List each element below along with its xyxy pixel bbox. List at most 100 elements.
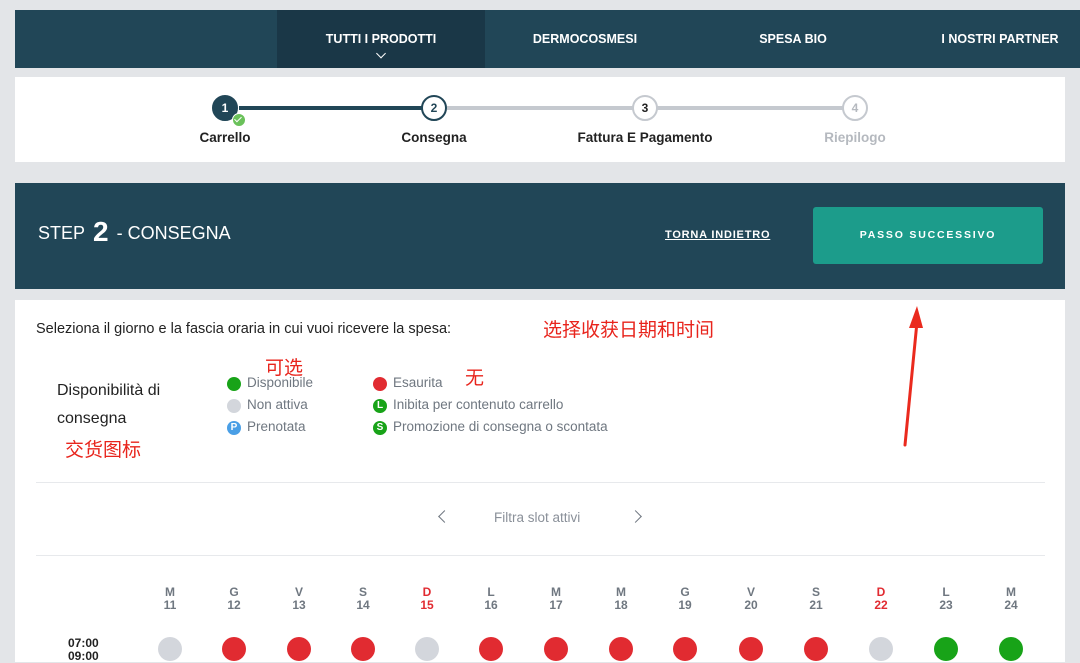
- available-dot-icon: [227, 377, 241, 391]
- legend-inibita: Inibita per contenuto carrello: [393, 397, 564, 412]
- chevron-down-icon: [376, 48, 386, 59]
- nav-item-spesa-bio[interactable]: SPESA BIO: [693, 10, 893, 68]
- day-number: 15: [420, 598, 434, 612]
- nav-item-label: TUTTI I PRODOTTI: [325, 32, 437, 46]
- annotation-none: 无: [465, 368, 485, 389]
- step-1-circle[interactable]: 1: [212, 95, 246, 127]
- legend-title-line: consegna: [57, 410, 127, 427]
- day-column-header: D 22: [866, 586, 896, 612]
- step-number: 4: [851, 101, 859, 115]
- day-number: 16: [484, 598, 498, 612]
- delivery-slot-red: [287, 637, 311, 661]
- legend-promozione: Promozione di consegna o scontata: [393, 419, 608, 434]
- step-4-circle: 4: [842, 95, 868, 121]
- filter-active-slots[interactable]: Filtra slot attivi: [494, 510, 580, 525]
- day-column-header: V 20: [736, 586, 766, 612]
- promo-s-icon: S: [373, 421, 387, 435]
- day-number: 17: [549, 598, 563, 612]
- day-column-header: M 18: [606, 586, 636, 612]
- nav-item-label: DERMOCOSMESI: [532, 32, 638, 46]
- delivery-slot-red: [609, 637, 633, 661]
- delivery-slot-red: [673, 637, 697, 661]
- day-number: 11: [163, 598, 177, 612]
- step-3-label: Fattura E Pagamento: [577, 130, 713, 145]
- top-nav: TUTTI I PRODOTTI DERMOCOSMESI SPESA BIO …: [15, 10, 1080, 68]
- legend-esaurita: Esaurita: [393, 375, 443, 390]
- instruction-text: Seleziona il giorno e la fascia oraria i…: [36, 321, 452, 337]
- step-3-circle: 3: [632, 95, 658, 121]
- booked-p-icon: P: [227, 421, 241, 435]
- step-1-label: Carrello: [199, 130, 251, 145]
- step-connector-done: [239, 106, 435, 110]
- legend-non-attiva: Non attiva: [247, 397, 308, 412]
- legend-title-line: Disponibilità di: [57, 382, 161, 399]
- annotation-arrow-icon: [903, 306, 923, 447]
- day-number: 18: [614, 598, 628, 612]
- nav-item-label: SPESA BIO: [759, 32, 827, 46]
- step-connector: [657, 106, 853, 110]
- day-column-header: D 15: [412, 586, 442, 612]
- delivery-slot-green[interactable]: [934, 637, 958, 661]
- day-column-header: M 11: [155, 586, 185, 612]
- time-end: 09:00: [68, 649, 99, 663]
- day-column-header: G 19: [670, 586, 700, 612]
- day-number: 21: [809, 598, 823, 612]
- divider: [36, 482, 1045, 483]
- step-2-circle: 2: [421, 95, 447, 121]
- delivery-slot-red: [222, 637, 246, 661]
- step-connector: [447, 106, 643, 110]
- day-number: 20: [744, 598, 758, 612]
- day-column-header: M 24: [996, 586, 1026, 612]
- chevron-right-icon[interactable]: [629, 510, 642, 523]
- checkout-stepper: 1 Carrello 2 Consegna 3 Fattura E Pagame…: [15, 77, 1065, 162]
- day-column-header: G 12: [219, 586, 249, 612]
- day-column-header: L 23: [931, 586, 961, 612]
- day-number: 22: [874, 598, 888, 612]
- next-step-button[interactable]: PASSO SUCCESSIVO: [813, 207, 1043, 264]
- annotation-available: 可选: [265, 358, 304, 379]
- annotation-select-date: 选择收获日期和时间: [543, 320, 715, 341]
- delivery-slot-red: [479, 637, 503, 661]
- check-icon: [232, 113, 246, 127]
- nav-item-i-nostri-partner[interactable]: I NOSTRI PARTNER: [900, 10, 1080, 68]
- step-number: 2: [430, 101, 438, 115]
- day-column-header: S 14: [348, 586, 378, 612]
- day-column-header: M 17: [541, 586, 571, 612]
- chevron-left-icon[interactable]: [438, 510, 451, 523]
- day-number: 14: [356, 598, 370, 612]
- day-column-header: S 21: [801, 586, 831, 612]
- day-number: 19: [678, 598, 692, 612]
- day-number: 12: [227, 598, 241, 612]
- page-gutter: [0, 0, 15, 662]
- step-word: STEP: [38, 223, 86, 243]
- day-number: 13: [292, 598, 306, 612]
- delivery-slot-red: [544, 637, 568, 661]
- legend-prenotata: Prenotata: [247, 419, 306, 434]
- divider: [36, 555, 1045, 556]
- day-number: 23: [939, 598, 953, 612]
- day-number: 24: [1004, 598, 1018, 612]
- legend-title: Disponibilità di consegna: [57, 377, 160, 433]
- delivery-slot-grey: [158, 637, 182, 661]
- delivery-slot-red: [351, 637, 375, 661]
- nav-item-label: I NOSTRI PARTNER: [941, 32, 1059, 46]
- delivery-slot-red: [804, 637, 828, 661]
- delivery-slot-red: [739, 637, 763, 661]
- delivery-slot-grey: [415, 637, 439, 661]
- nav-item-dermocosmesi[interactable]: DERMOCOSMESI: [485, 10, 685, 68]
- step-name: - CONSEGNA: [116, 223, 231, 243]
- step-header: STEP 2 - CONSEGNA TORNA INDIETRO PASSO SUC…: [15, 183, 1065, 289]
- inhibited-l-icon: L: [373, 399, 387, 413]
- step-number: 3: [641, 101, 649, 115]
- time-slot-label: 07:00 09:00: [68, 637, 99, 663]
- day-column-header: V 13: [284, 586, 314, 612]
- step-number: 2: [93, 216, 109, 247]
- back-link[interactable]: TORNA INDIETRO: [665, 229, 770, 241]
- delivery-slot-grey: [869, 637, 893, 661]
- step-title: STEP 2 - CONSEGNA: [38, 216, 231, 248]
- step-4-label: Riepilogo: [824, 130, 886, 145]
- delivery-slot-green[interactable]: [999, 637, 1023, 661]
- soldout-dot-icon: [373, 377, 387, 391]
- nav-item-tutti-i-prodotti[interactable]: TUTTI I PRODOTTI: [277, 10, 485, 68]
- step-number: 1: [221, 101, 229, 115]
